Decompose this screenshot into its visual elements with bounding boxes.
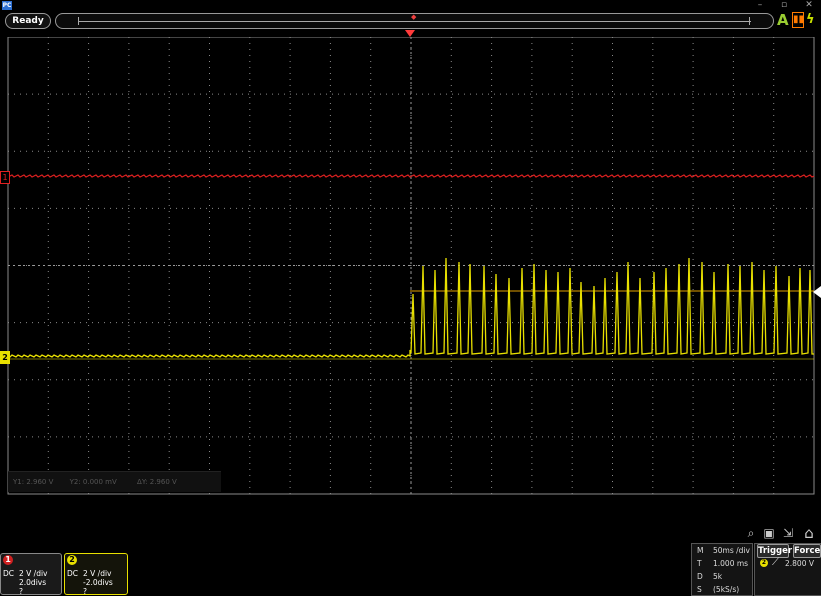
home-icon[interactable]: ⌂ <box>800 525 818 541</box>
rising-edge-icon[interactable]: ⟋ <box>772 557 779 568</box>
minimize-button[interactable]: – <box>748 0 772 12</box>
timebase-key: S <box>697 585 702 594</box>
timebase-value: 1.000 ms <box>713 559 749 568</box>
cursor-y1: Y1: 2.960 V <box>13 478 54 486</box>
channel1-coupling: DC <box>3 569 15 578</box>
single-trigger-icon[interactable]: ϟ <box>806 12 816 28</box>
trigger-button[interactable]: Trigger <box>757 544 792 558</box>
force-button[interactable]: Force <box>793 544 821 558</box>
timebase-row-m: M 50ms /div <box>692 544 752 557</box>
trigger-panel: Trigger Force 2 ⟋ 2.800 V <box>754 543 821 596</box>
timebase-row-d: D 5k <box>692 570 752 583</box>
timeline-track <box>78 21 751 22</box>
channel1-offset: 2.0divs <box>19 578 47 587</box>
timebase-row-s: S (5kS/s) <box>692 583 752 596</box>
timebase-key: M <box>697 546 704 555</box>
trigger-position-marker[interactable] <box>405 30 415 37</box>
timeline-trigger-marker: ◆ <box>411 13 417 21</box>
timebase-row-t: T 1.000 ms <box>692 557 752 570</box>
zoom-icon[interactable]: ⌕ <box>744 525 758 541</box>
title-bar: PC – ▫ ✕ Ready ◆ A ▮▮ ϟ <box>0 0 821 29</box>
channel1-position-marker[interactable]: 1 <box>0 171 10 184</box>
channel2-position-marker[interactable]: 2 <box>0 351 10 364</box>
cursor-dy: ΔY: 2.960 V <box>137 478 177 486</box>
graticule <box>7 37 815 495</box>
cursor-y2: Y2: 0.000 mV <box>69 478 117 486</box>
trigger-level-value: 2.800 V <box>785 559 814 568</box>
status-indicator: Ready <box>5 13 51 29</box>
close-button[interactable]: ✕ <box>797 0 821 12</box>
timebase-key: T <box>697 559 702 568</box>
export-icon[interactable]: ⇲ <box>781 525 795 541</box>
timebase-panel[interactable]: M 50ms /div T 1.000 ms D 5k S (5kS/s) <box>691 543 753 596</box>
timeline-end-tick <box>749 17 750 25</box>
waveform-display[interactable] <box>0 37 821 497</box>
timebase-key: D <box>697 572 703 581</box>
app-logo: PC <box>2 1 12 10</box>
channel2-panel[interactable]: 2 DC 2 V /div -2.0divs ? <box>64 553 128 596</box>
trigger-source-badge[interactable]: 2 <box>760 559 768 567</box>
auto-set-icon[interactable]: A <box>777 12 789 28</box>
trigger-level-marker[interactable] <box>813 286 821 298</box>
channel2-badge: 2 <box>67 555 77 565</box>
channel1-panel[interactable]: 1 DC 2 V /div 2.0divs ? <box>0 553 62 596</box>
channel2-offset: -2.0divs <box>83 578 113 587</box>
timebase-value: 5k <box>713 572 723 581</box>
channel1-scale: 2 V /div <box>19 569 48 578</box>
channel2-coupling: DC <box>67 569 79 578</box>
channel1-badge: 1 <box>3 555 13 565</box>
run-stop-icon[interactable]: ▮▮ <box>792 12 804 28</box>
memory-timeline-bar[interactable]: ◆ <box>55 13 774 29</box>
save-icon[interactable]: ▣ <box>762 525 776 541</box>
timebase-value: (5kS/s) <box>713 585 740 594</box>
timebase-value: 50ms /div <box>713 546 750 555</box>
channel2-scale: 2 V /div <box>83 569 112 578</box>
cursor-readout: Y1: 2.960 V Y2: 0.000 mV ΔY: 2.960 V <box>8 471 221 492</box>
